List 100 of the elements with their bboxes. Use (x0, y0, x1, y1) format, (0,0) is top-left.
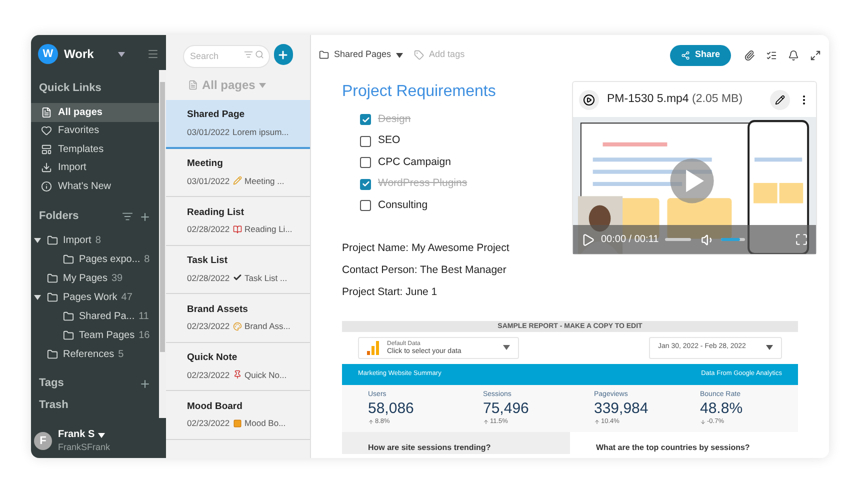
folder-icon (47, 272, 58, 284)
scrollbar[interactable] (159, 70, 166, 418)
quick-link[interactable]: Templates (31, 140, 159, 158)
expand-icon[interactable] (810, 50, 821, 60)
page-preview: Meeting ... (244, 174, 284, 188)
workspace-name[interactable]: Work (64, 45, 94, 63)
tag-icon (414, 50, 424, 60)
paragraph: Project Start: June 1 (342, 284, 438, 300)
video-file-icon (579, 90, 599, 110)
folder-icon (47, 292, 58, 302)
volume-track[interactable] (720, 238, 745, 241)
pencil-icon (232, 176, 242, 186)
page-title: Project Requirements (342, 82, 497, 102)
folder-item[interactable]: Pages Work 47 (31, 288, 159, 306)
page-date: 02/23/2022 (187, 368, 230, 382)
page-title: Reading List (187, 206, 246, 220)
section-title[interactable]: Trash (31, 396, 159, 413)
add-icon[interactable] (139, 378, 151, 390)
checklist-item: SEO (378, 133, 400, 148)
metric-value: 58,086 (368, 400, 415, 417)
folder-item[interactable]: Team Pages 16 (31, 326, 159, 344)
dropdown-caret-icon (396, 52, 404, 58)
metric-value: 48.8% (700, 400, 744, 417)
page-preview: Reading Li... (244, 223, 292, 236)
dropdown-caret-icon (766, 345, 773, 350)
quick-link[interactable]: What's New (31, 177, 159, 196)
quick-link-icon (41, 106, 52, 118)
user-name[interactable]: Frank S (58, 429, 95, 441)
page-icon (188, 80, 198, 90)
quick-link[interactable]: Import (31, 158, 159, 177)
page-preview: Mood Bo... (244, 417, 286, 430)
expand-caret-icon (34, 294, 41, 300)
checkbox[interactable] (360, 178, 371, 190)
folder-item[interactable]: Import 8 (31, 230, 159, 250)
play-icon[interactable] (581, 232, 595, 246)
sort-icon[interactable] (122, 211, 133, 222)
checklist-item: Design (378, 112, 411, 127)
checkbox[interactable] (360, 114, 371, 126)
video-file-name: PM-1530 5.mp4 (2.05 MB) (607, 92, 743, 107)
expand-caret-icon (34, 238, 41, 242)
checklist-item: WordPress Plugins (378, 176, 468, 192)
page-date: 02/23/2022 (187, 417, 230, 430)
fullscreen-icon[interactable] (795, 233, 808, 246)
board-icon (232, 418, 242, 428)
page-item[interactable]: Shared Page 03/01/2022 Lorem ipsum... (166, 100, 310, 148)
edit-button[interactable] (770, 90, 790, 110)
progress-track[interactable] (664, 238, 691, 241)
dropdown-caret-icon (98, 432, 105, 438)
checkbox[interactable] (360, 200, 371, 212)
breadcrumb[interactable]: Shared Pages (334, 48, 392, 62)
folder-item[interactable]: References 5 (31, 344, 159, 364)
chart-heading: What are the top countries by sessions? (596, 442, 750, 454)
checklist-icon[interactable] (766, 50, 777, 60)
folder-item[interactable]: Shared Pa... 11 (31, 306, 159, 326)
folder-icon (63, 330, 74, 340)
up-arrow-icon (594, 418, 600, 425)
checklist-item: Consulting (378, 198, 428, 213)
section-title: Quick Links (38, 80, 102, 96)
video-player[interactable]: 00:00 / 00:11 (573, 117, 816, 254)
page-date: 02/28/2022 (187, 272, 230, 284)
page-date: 02/28/2022 (187, 223, 230, 236)
metric-value: 339,984 (594, 400, 650, 417)
new-page-button[interactable] (274, 44, 293, 65)
metric-value: 75,496 (483, 400, 530, 417)
quick-link-icon (41, 125, 52, 136)
page-title: Meeting (187, 157, 224, 172)
share-button[interactable]: Share (670, 44, 731, 66)
page-title: Shared Page (187, 108, 246, 122)
checkbox[interactable] (360, 157, 371, 168)
page-title: Task List (187, 254, 228, 268)
user-handle: FrankSFrank (58, 441, 110, 453)
add-icon[interactable] (139, 210, 151, 222)
page-title: Brand Assets (187, 302, 249, 317)
dropdown-caret-icon (118, 52, 125, 56)
page-date: 03/01/2022 (187, 126, 230, 138)
page-preview: Quick No... (244, 368, 287, 382)
video-time: 00:00 / 00:11 (601, 233, 659, 247)
folder-item[interactable]: My Pages 39 (31, 268, 159, 288)
up-arrow-icon (483, 418, 489, 425)
page-title: Mood Board (187, 400, 244, 414)
section-title: Folders (39, 209, 79, 224)
page-preview: Lorem ipsum... (232, 126, 289, 138)
page-preview: Task List ... (244, 272, 288, 284)
folder-item[interactable]: Pages expo... 8 (31, 250, 159, 268)
section-title[interactable]: Tags (39, 375, 64, 392)
attachment-icon[interactable] (744, 50, 755, 60)
menu-icon[interactable] (147, 48, 159, 60)
folder-icon (63, 310, 74, 322)
up-arrow-icon (368, 418, 374, 425)
quick-link-icon (41, 180, 52, 192)
paragraph: Project Name: My Awesome Project (342, 240, 510, 256)
checkbox[interactable] (360, 136, 371, 147)
quick-link-icon (41, 144, 52, 155)
bell-icon[interactable] (788, 50, 799, 60)
checklist-item: CPC Campaign (378, 154, 451, 170)
page-date: 02/23/2022 (187, 320, 230, 333)
quick-link[interactable]: Favorites (31, 122, 159, 140)
folder-icon (319, 50, 329, 60)
down-arrow-icon (700, 418, 706, 425)
quick-link[interactable]: All pages (31, 103, 159, 122)
